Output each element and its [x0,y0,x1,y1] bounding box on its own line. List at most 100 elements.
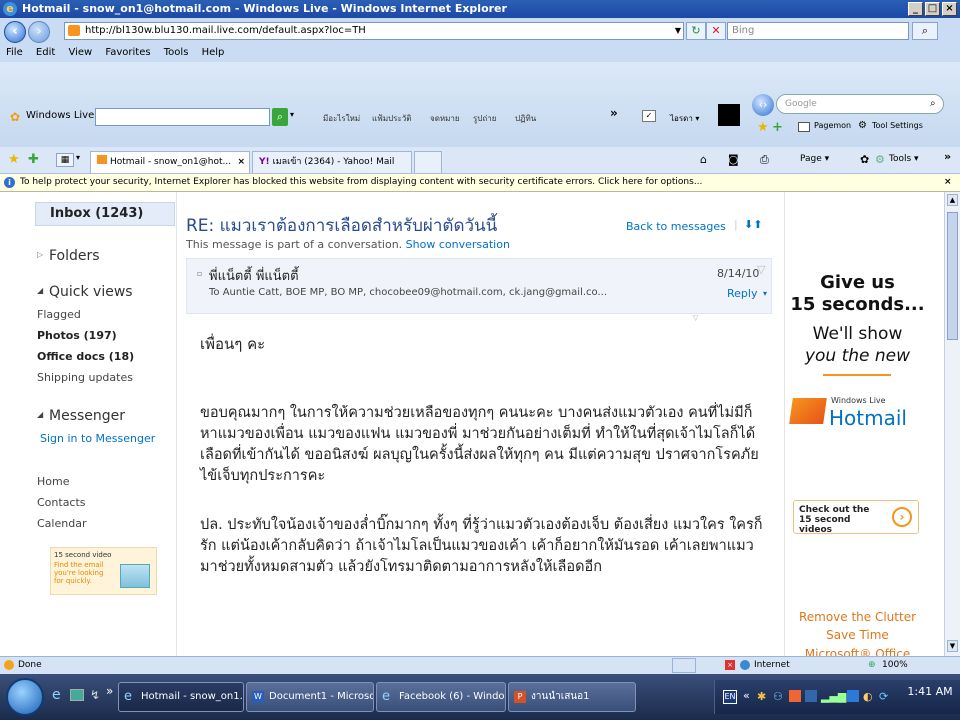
quickview-shipping[interactable]: Shipping updates [37,371,133,384]
information-bar[interactable]: i To help protect your security, Interne… [0,174,960,192]
tray-network-icon[interactable]: ✱ [757,690,766,703]
checkmark-icon[interactable]: ✓ [642,110,656,122]
tools-menu[interactable]: Tools ▾ [889,154,919,164]
menu-tools[interactable]: Tools [164,47,189,58]
scroll-thumb[interactable] [947,212,958,340]
tray-update-icon[interactable]: ⟳ [879,690,888,703]
favorites-star-icon[interactable]: ★ [757,120,769,135]
infobar-close-icon[interactable]: × [944,174,952,191]
language-bar-icon[interactable]: EN [723,690,737,704]
scroll-up-icon[interactable]: ▲ [947,194,958,206]
protected-mode-icon[interactable] [672,658,696,673]
collapse-quickviews-icon[interactable]: ◢ [37,286,43,295]
nav-back-icon[interactable]: ‹› [752,94,774,116]
wl-link-photos[interactable]: รูปถ่าย [473,112,496,125]
menu-file[interactable]: File [6,47,23,58]
search-icon[interactable]: ⌕ [912,22,938,40]
blocked-icon[interactable]: × [725,660,735,670]
wl-link-whatsnew[interactable]: มีอะไรใหม่ [323,112,360,125]
expand-header-icon[interactable]: ▽ [693,314,698,322]
quicklaunch-switch-icon[interactable]: ↯ [90,688,100,702]
clock[interactable]: 1:41 AM [907,686,953,698]
live-search-input[interactable] [95,108,270,126]
quicklaunch-ie-icon[interactable]: e [52,687,61,703]
tray-expand-icon[interactable]: « [743,689,750,702]
quicklaunch-desktop-icon[interactable] [70,689,84,701]
quick-tabs-icon[interactable]: ▦ [56,153,74,167]
messenger-heading[interactable]: Messenger [49,408,125,424]
wl-link-mail[interactable]: จดหมาย [430,112,460,125]
quickview-flagged[interactable]: Flagged [37,308,81,321]
home-link[interactable]: Home [37,475,69,488]
vertical-scrollbar[interactable]: ▲ ▼ [944,192,960,656]
maximize-button[interactable]: □ [925,2,940,16]
taskbar-hotmail[interactable]: e Hotmail - snow_on1... [118,682,244,712]
menu-edit[interactable]: Edit [36,47,55,58]
forward-button[interactable]: › [28,21,50,43]
live-search-icon[interactable]: ⌕ [272,108,288,126]
tray-volume-icon[interactable]: ◐ [863,690,873,703]
tab-list-dropdown-icon[interactable]: ▾ [76,153,80,162]
google-search-icon[interactable]: ⌕ [930,98,936,109]
menu-favorites[interactable]: Favorites [105,47,150,58]
advertisement-column[interactable]: Give us 15 seconds... We'll show you the… [784,192,929,656]
tab-yahoo-mail[interactable]: Y! เมลเข้า (2364) - Yahoo! Mail [252,151,412,173]
reply-button[interactable]: Reply [727,287,757,300]
back-button[interactable]: ‹ [4,21,26,43]
search-input[interactable]: Bing [727,22,909,40]
refresh-icon[interactable]: ↻ [686,22,706,40]
menu-help[interactable]: Help [202,47,225,58]
add-to-favorites-icon[interactable]: ✚ [28,152,39,167]
tab-close-icon[interactable]: × [237,152,245,172]
new-tab-button[interactable] [414,151,442,173]
show-conversation-link[interactable]: Show conversation [406,238,510,251]
calendar-link[interactable]: Calendar [37,517,86,530]
minimize-button[interactable]: _ [908,2,923,16]
collapse-message-icon[interactable]: ▫ [197,269,202,278]
tool-settings-label[interactable]: Tool Settings [872,121,923,130]
flag-icon[interactable]: ▽ [757,263,765,276]
check-videos-button[interactable]: Check out the 15 second videos › [793,500,919,535]
quickview-photos[interactable]: Photos (197) [37,329,117,342]
page-menu[interactable]: Page ▾ [800,154,829,164]
address-input[interactable]: http://bl130w.blu130.mail.live.com/defau… [64,22,684,40]
chevron-more-icon[interactable]: » [944,150,951,163]
tray-signal-icon[interactable]: ▂▄▆ [821,690,846,703]
prev-next-arrows-icon[interactable]: ⬇⬆ [744,218,762,231]
taskbar-facebook[interactable]: e Facebook (6) - Windows... [376,682,506,712]
wl-signout-menu[interactable]: ไอรดา ▾ [670,112,699,125]
folders-heading[interactable]: Folders [49,248,100,264]
tray-security-icon[interactable]: ⚇ [773,690,783,703]
expand-folders-icon[interactable]: ▷ [37,250,43,259]
pagemon-label[interactable]: Pagemon [814,121,851,130]
reply-dropdown-icon[interactable]: ▾ [763,289,767,298]
menu-view[interactable]: View [68,47,92,58]
favorites-center-icon[interactable]: ★ [8,152,20,167]
home-icon[interactable]: ⌂ [700,153,707,166]
live-search-dropdown-icon[interactable]: ▾ [290,110,294,119]
sign-in-messenger-link[interactable]: Sign in to Messenger [40,432,155,445]
wl-link-profile[interactable]: แฟ้มประวัติ [372,112,411,125]
back-to-messages-link[interactable]: Back to messages [626,220,726,233]
video-promo[interactable]: 15 second video Find the email you're lo… [50,547,157,595]
google-search-input[interactable]: Google [776,94,944,114]
feeds-icon[interactable]: ◙ [728,153,739,166]
zoom-level[interactable]: 100% [882,657,908,674]
wl-more-button[interactable]: » [610,106,618,120]
tray-app-icon[interactable] [789,690,801,702]
taskbar-powerpoint[interactable]: P งานนำเสนอ1 [508,682,636,712]
contacts-link[interactable]: Contacts [37,496,86,509]
quicklaunch-more-icon[interactable]: » [106,684,113,698]
scroll-down-icon[interactable]: ▼ [947,640,958,652]
collapse-messenger-icon[interactable]: ◢ [37,410,43,419]
quickview-office-docs[interactable]: Office docs (18) [37,350,134,363]
add-favorite-icon[interactable]: + [772,120,783,135]
start-button[interactable] [6,678,44,716]
tray-media-icon[interactable] [847,690,859,702]
safety-icon[interactable]: ✿ [860,153,869,166]
quick-views-heading[interactable]: Quick views [49,284,133,300]
wl-link-calendar[interactable]: ปฏิทิน [515,112,536,125]
stop-icon[interactable]: ✕ [706,22,726,40]
tab-hotmail[interactable]: Hotmail - snow_on1@hot... × [90,151,250,173]
inbox-link[interactable]: Inbox (1243) [35,202,175,226]
